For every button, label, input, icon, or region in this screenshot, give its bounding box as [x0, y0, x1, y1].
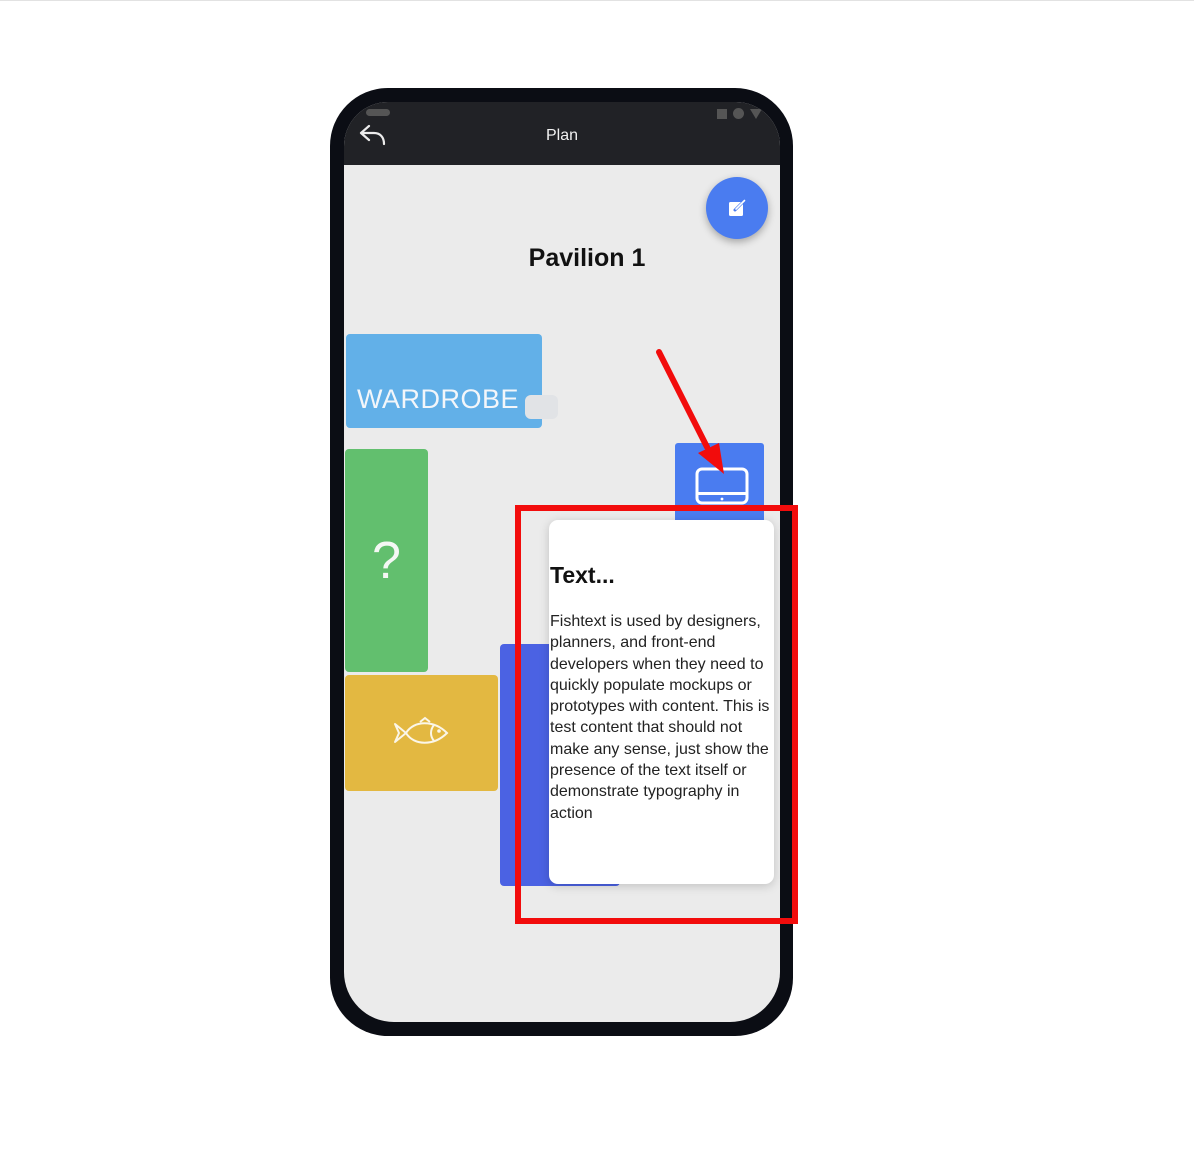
edit-note-icon: [729, 199, 746, 216]
circle-status-icon: [733, 108, 744, 119]
wardrobe-label: WARDROBE: [357, 384, 520, 414]
page-title: Pavilion 1: [528, 244, 646, 272]
annotation-highlight-box: [515, 505, 798, 924]
fish-icon: [393, 716, 448, 744]
app-bar: Plan: [344, 102, 780, 165]
app-title: Plan: [545, 127, 579, 144]
unknown-block[interactable]: ?: [345, 449, 428, 672]
signal-icon: [750, 108, 762, 119]
wardrobe-block[interactable]: WARDROBE: [346, 334, 542, 428]
wardrobe-resize-handle[interactable]: [525, 395, 558, 419]
status-pill: [366, 109, 390, 116]
status-icons: [717, 108, 762, 119]
top-divider: [0, 0, 1194, 1]
square-status-icon: [717, 108, 727, 119]
annotation-arrow-icon: [656, 349, 724, 474]
edit-fab-button[interactable]: [706, 177, 768, 239]
question-mark-icon: ?: [372, 531, 401, 590]
fish-block[interactable]: [345, 675, 498, 791]
